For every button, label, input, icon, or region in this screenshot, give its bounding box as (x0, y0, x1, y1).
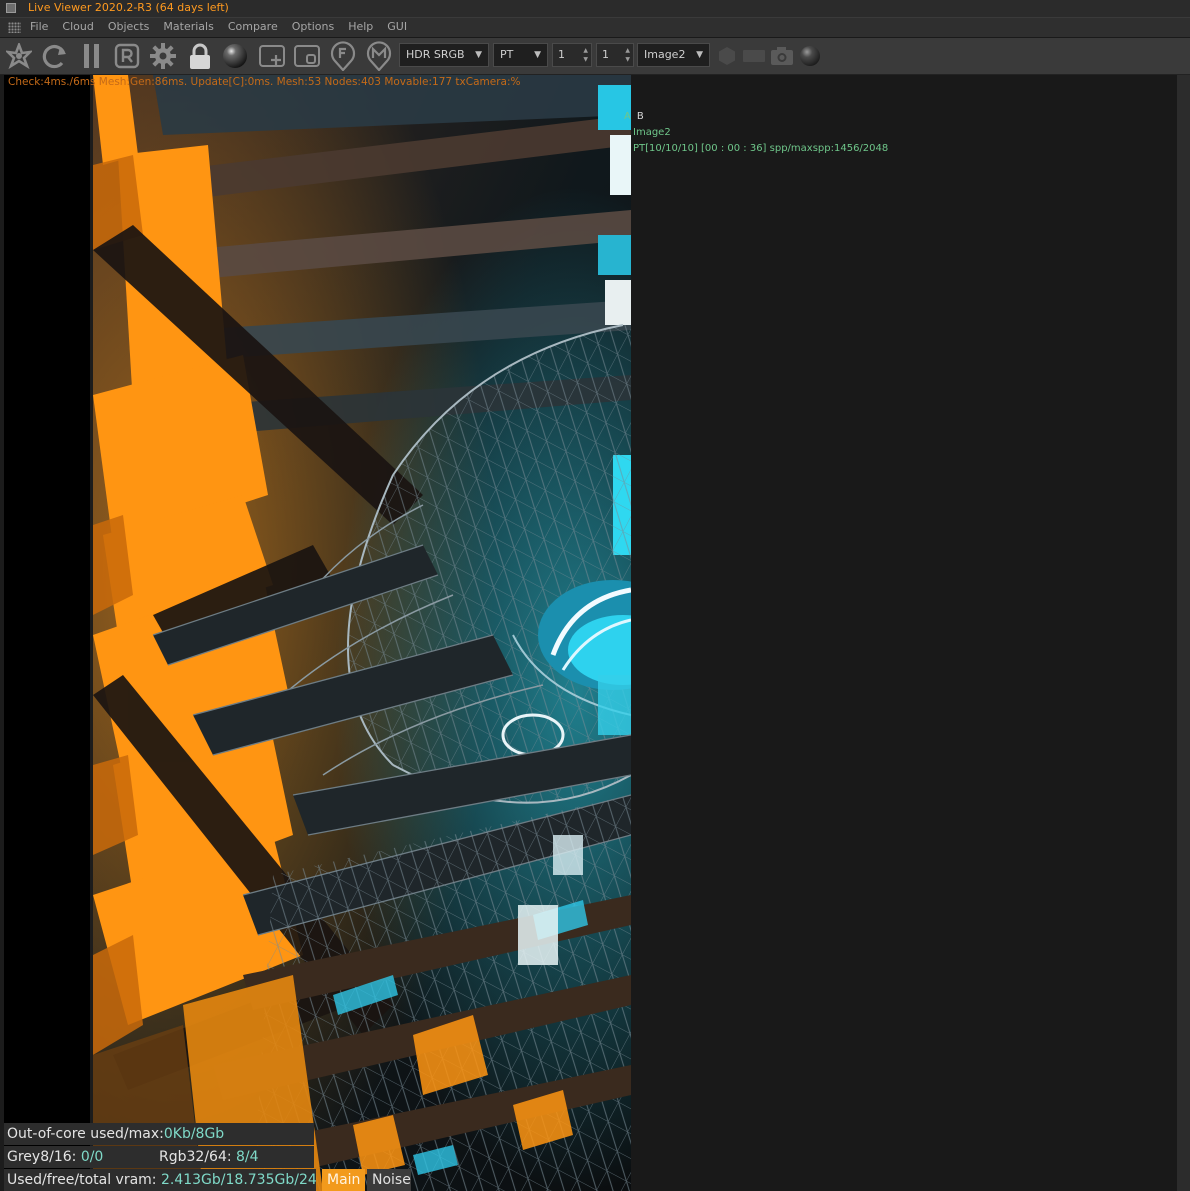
menu-bar: File Cloud Objects Materials Compare Opt… (0, 18, 1190, 38)
render-image[interactable] (93, 75, 631, 1191)
spinner-2-value: 1 (602, 48, 609, 61)
vram-row: Used/free/total vram: 2.413Gb/18.735Gb/2… (4, 1169, 316, 1191)
menu-materials[interactable]: Materials (163, 20, 213, 33)
kernel-value: PT (500, 48, 514, 61)
add-region-icon[interactable] (258, 42, 286, 70)
image-slot-select[interactable]: Image2 ▼ (637, 43, 710, 67)
camera-icon[interactable] (768, 42, 796, 70)
viewport[interactable]: Check:4ms./6ms Mesh:Gen:86ms. Update[C]:… (0, 75, 1190, 1191)
pause-icon[interactable] (78, 42, 106, 70)
menu-cloud[interactable]: Cloud (62, 20, 93, 33)
send-scene-icon[interactable] (5, 42, 33, 70)
settings-gear-icon[interactable] (149, 42, 177, 70)
rgb-label: Rgb32/64: (159, 1149, 237, 1165)
tab-main[interactable]: Main (322, 1169, 365, 1191)
spinner-2[interactable]: 1 ▲ ▼ (596, 43, 634, 67)
image-slot-value: Image2 (644, 48, 686, 61)
color-space-select[interactable]: HDR SRGB ▼ (399, 43, 489, 67)
left-gutter (4, 75, 90, 1191)
menu-objects[interactable]: Objects (108, 20, 150, 33)
menu-compare[interactable]: Compare (228, 20, 278, 33)
grip-handle-icon[interactable] (8, 22, 21, 33)
restart-render-icon[interactable] (41, 42, 69, 70)
compare-a-label[interactable]: A (624, 111, 631, 122)
focus-pick-icon[interactable] (329, 41, 357, 71)
render-progress-info: PT[10/10/10] [00 : 00 : 36] spp/maxspp:1… (633, 143, 889, 154)
tab-noise[interactable]: Noise (367, 1169, 411, 1191)
compare-panel (631, 75, 1177, 1191)
color-space-value: HDR SRGB (406, 48, 465, 61)
menu-file[interactable]: File (30, 20, 48, 33)
vram-label: Used/free/total vram: (7, 1172, 161, 1188)
vram-value: 2.413Gb/18.735Gb/24Gb (160, 1172, 316, 1188)
material-pick-icon[interactable] (365, 41, 393, 71)
title-bar: Live Viewer 2020.2-R3 (64 days left) (0, 0, 1190, 18)
out-of-core-label: Out-of-core used/max: (7, 1126, 164, 1142)
toolbar: HDR SRGB ▼ PT ▼ 1 ▲ ▼ 1 ▲ ▼ Image2 ▼ (0, 38, 1190, 75)
stepper-arrows-icon[interactable]: ▲ ▼ (625, 46, 630, 64)
menu-help[interactable]: Help (348, 20, 373, 33)
grey-label: Grey8/16: (7, 1149, 81, 1165)
grey-value: 0/0 (80, 1149, 104, 1165)
kernel-select[interactable]: PT ▼ (493, 43, 548, 67)
sphere-icon[interactable] (796, 42, 824, 70)
compare-b-label[interactable]: B (637, 111, 644, 122)
window-menu-icon[interactable] (6, 3, 16, 13)
spinner-1-value: 1 (558, 48, 565, 61)
material-sphere-icon[interactable] (221, 42, 249, 70)
lock-icon[interactable] (186, 42, 214, 70)
chevron-down-icon: ▼ (475, 50, 482, 60)
out-of-core-row: Out-of-core used/max:0Kb/8Gb (4, 1123, 314, 1145)
chevron-down-icon: ▼ (696, 50, 703, 60)
window-title: Live Viewer 2020.2-R3 (64 days left) (28, 1, 229, 14)
out-of-core-value: 0Kb/8Gb (163, 1126, 225, 1142)
stepper-arrows-icon[interactable]: ▲ ▼ (583, 46, 588, 64)
hexagon-icon[interactable] (713, 42, 741, 70)
spinner-1[interactable]: 1 ▲ ▼ (552, 43, 592, 67)
vertical-scrollbar[interactable] (1177, 75, 1190, 1191)
compare-image-name: Image2 (633, 127, 671, 138)
menu-gui[interactable]: GUI (387, 20, 407, 33)
clear-region-icon[interactable] (293, 42, 321, 70)
region-render-icon[interactable] (113, 42, 141, 70)
chevron-down-icon: ▼ (534, 50, 541, 60)
rgb-value: 8/4 (236, 1149, 259, 1165)
rectangle-icon[interactable] (740, 42, 768, 70)
stats-line: Check:4ms./6ms Mesh:Gen:86ms. Update[C]:… (8, 76, 521, 88)
menu-options[interactable]: Options (292, 20, 334, 33)
texture-count-row: Grey8/16: 0/0 Rgb32/64: 8/4 (4, 1146, 314, 1168)
compare-info: AB Image2 PT[10/10/10] [00 : 00 : 36] sp… (624, 109, 888, 157)
